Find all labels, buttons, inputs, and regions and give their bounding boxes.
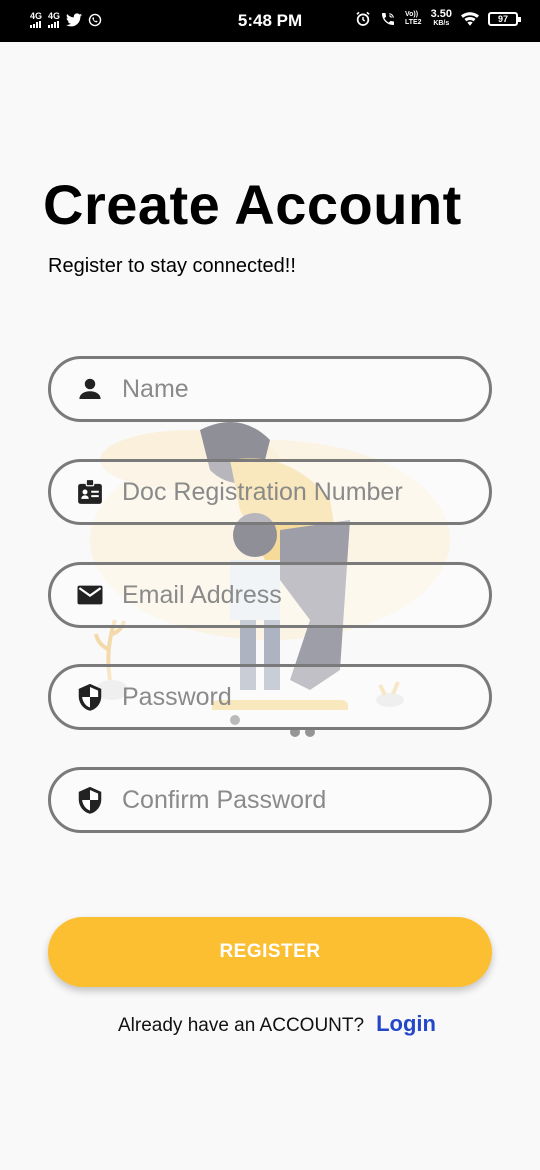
speed-value: 3.50 <box>430 8 452 20</box>
wifi-icon <box>461 12 479 26</box>
network-speed: 3.50 KB/s <box>430 8 452 28</box>
confirm-password-field[interactable] <box>48 767 492 833</box>
confirm-password-input[interactable] <box>122 785 462 815</box>
doc-registration-input[interactable] <box>122 477 462 507</box>
status-right: Vo)) LTE2 3.50 KB/s 97 <box>355 8 521 28</box>
person-icon <box>75 374 105 404</box>
password-input[interactable] <box>122 682 462 712</box>
page-subtitle: Register to stay connected!! <box>48 255 296 277</box>
name-field[interactable] <box>48 356 492 422</box>
status-bar: 4G 4G 5:48 PM Vo)) LTE2 3.50 KB/s 97 <box>0 0 540 42</box>
login-prompt-text: Already have an ACCOUNT? <box>118 1015 365 1036</box>
wifi-calling-icon <box>381 13 394 25</box>
register-button[interactable]: REGISTER <box>48 917 492 987</box>
battery-icon: 97 <box>488 12 521 26</box>
name-input[interactable] <box>122 374 462 404</box>
login-prompt-row: Already have an ACCOUNT? Login <box>118 1011 436 1037</box>
email-field[interactable] <box>48 562 492 628</box>
badge-icon <box>75 477 105 507</box>
shield-icon <box>75 682 105 712</box>
password-field[interactable] <box>48 664 492 730</box>
email-input[interactable] <box>122 580 462 610</box>
volte-label: Vo)) <box>404 11 419 18</box>
speed-unit: KB/s <box>433 20 450 27</box>
mail-icon <box>75 580 105 610</box>
battery-level: 97 <box>497 14 508 24</box>
lte-label: LTE2 <box>404 19 422 26</box>
login-link[interactable]: Login <box>376 1011 436 1037</box>
volte-indicator: Vo)) LTE2 <box>405 11 422 27</box>
shield-icon <box>75 785 105 815</box>
page-title: Create Account <box>43 173 462 236</box>
alarm-icon <box>356 11 370 26</box>
doc-registration-field[interactable] <box>48 459 492 525</box>
